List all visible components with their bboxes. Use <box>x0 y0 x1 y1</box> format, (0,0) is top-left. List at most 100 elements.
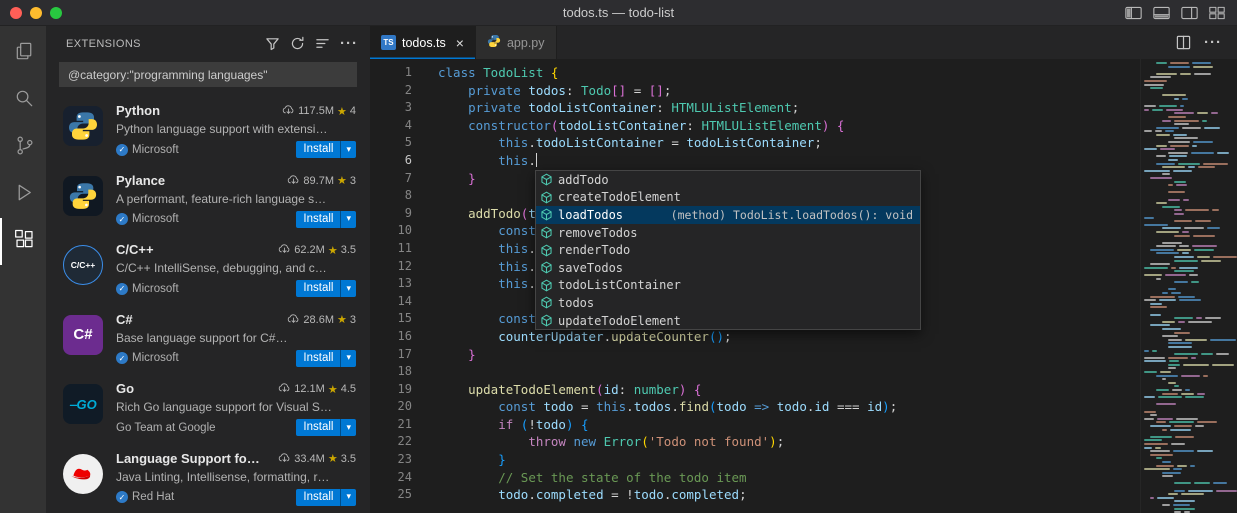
code-token: = ! <box>604 487 634 502</box>
code-line[interactable]: 25 todo.completed = !todo.completed; <box>370 486 1139 504</box>
minimap[interactable] <box>1140 59 1237 513</box>
zoom-window-button[interactable] <box>50 7 62 19</box>
install-dropdown-icon[interactable]: ▾ <box>340 419 356 436</box>
code-text: throw new Error('Todo not found'); <box>412 433 784 451</box>
minimap-line <box>1141 191 1237 193</box>
editor-group: TStodos.ts×app.py ··· 1class TodoList {2… <box>370 26 1237 513</box>
split-editor-icon[interactable] <box>1176 35 1191 50</box>
suggest-detail: (method) TodoList.loadTodos(): void <box>671 208 913 222</box>
minimap-code-segment <box>1156 73 1177 75</box>
toggle-sidebar-icon[interactable] <box>1125 6 1142 20</box>
suggest-item[interactable]: createTodoElement <box>536 189 920 207</box>
toggle-secondary-sidebar-icon[interactable] <box>1181 6 1198 20</box>
code-line[interactable]: 19 updateTodoElement(id: number) { <box>370 381 1139 399</box>
activity-bar-item-source-control[interactable] <box>0 124 46 171</box>
suggest-item[interactable]: addTodo <box>536 171 920 189</box>
install-button-label[interactable]: Install <box>296 489 340 506</box>
clear-extension-search-icon[interactable] <box>315 36 330 51</box>
install-button[interactable]: Install▾ <box>296 350 356 367</box>
code-token: todo <box>777 399 807 414</box>
toggle-panel-icon[interactable] <box>1153 6 1170 20</box>
install-button[interactable]: Install▾ <box>296 489 356 506</box>
minimap-code-segment <box>1156 127 1179 129</box>
minimap-line <box>1141 450 1237 452</box>
minimap-line <box>1141 256 1237 258</box>
suggest-item[interactable]: todos <box>536 294 920 312</box>
code-line[interactable]: 2 private todos: Todo[] = []; <box>370 82 1139 100</box>
more-actions-icon[interactable]: ··· <box>1204 38 1222 48</box>
minimap-line <box>1141 346 1237 348</box>
code-token: todos <box>634 399 672 414</box>
minimap-line <box>1141 468 1237 470</box>
install-button-label[interactable]: Install <box>296 350 340 367</box>
tab-todos-ts[interactable]: TStodos.ts× <box>370 26 476 59</box>
minimap-code-segment <box>1173 170 1193 172</box>
install-dropdown-icon[interactable]: ▾ <box>340 489 356 506</box>
extension-row[interactable]: Python117.5M★4Python language support wi… <box>46 94 370 164</box>
close-tab-icon[interactable]: × <box>456 35 464 51</box>
install-button[interactable]: Install▾ <box>296 141 356 158</box>
install-dropdown-icon[interactable]: ▾ <box>340 141 356 158</box>
install-button-label[interactable]: Install <box>296 211 340 228</box>
install-button-label[interactable]: Install <box>296 419 340 436</box>
minimap-code-segment <box>1144 447 1152 449</box>
install-button-label[interactable]: Install <box>296 141 340 158</box>
download-count: 117.5M <box>298 105 334 117</box>
filter-icon[interactable] <box>265 36 280 51</box>
suggest-item[interactable]: todoListContainer <box>536 277 920 295</box>
install-button-label[interactable]: Install <box>296 280 340 297</box>
extension-search-input[interactable] <box>59 62 357 87</box>
code-line[interactable]: 23 } <box>370 451 1139 469</box>
extension-row[interactable]: ‒GOGo12.1M★4.5Rich Go language support f… <box>46 372 370 442</box>
code-line[interactable]: 6 this. <box>370 152 1139 170</box>
install-dropdown-icon[interactable]: ▾ <box>340 211 356 228</box>
minimap-code-segment <box>1168 116 1186 118</box>
customize-layout-icon[interactable] <box>1209 6 1225 20</box>
code-line[interactable]: 21 if (!todo) { <box>370 416 1139 434</box>
activity-bar-item-run-debug[interactable] <box>0 171 46 218</box>
code-line[interactable]: 17 } <box>370 346 1139 364</box>
extension-row[interactable]: C/C++C/C++62.2M★3.5C/C++ IntelliSense, d… <box>46 233 370 303</box>
more-actions-icon[interactable]: ··· <box>340 39 358 49</box>
refresh-icon[interactable] <box>290 36 305 51</box>
extension-row[interactable]: Language Support fo…33.4M★3.5Java Lintin… <box>46 442 370 512</box>
activity-bar-item-search[interactable] <box>0 77 46 124</box>
minimap-code-segment <box>1150 303 1162 305</box>
minimap-line <box>1141 199 1237 201</box>
close-window-button[interactable] <box>10 7 22 19</box>
suggest-item[interactable]: saveTodos <box>536 259 920 277</box>
suggest-item[interactable]: removeTodos <box>536 224 920 242</box>
minimap-code-segment <box>1197 112 1208 114</box>
code-line[interactable]: 18 <box>370 363 1139 381</box>
minimap-code-segment <box>1174 209 1182 211</box>
code-line[interactable]: 16 counterUpdater.updateCounter(); <box>370 328 1139 346</box>
install-button[interactable]: Install▾ <box>296 280 356 297</box>
method-icon <box>540 191 553 204</box>
activity-bar-item-extensions[interactable] <box>0 218 46 265</box>
activity-bar-item-explorer[interactable] <box>0 30 46 77</box>
extension-row[interactable]: Pylance89.7M★3A performant, feature-rich… <box>46 164 370 234</box>
minimize-window-button[interactable] <box>30 7 42 19</box>
code-line[interactable]: 4 constructor(todoListContainer: HTMLULi… <box>370 117 1139 135</box>
extension-row[interactable]: C#C#28.6M★3Base language support for C#…… <box>46 303 370 373</box>
install-button[interactable]: Install▾ <box>296 419 356 436</box>
suggest-item[interactable]: loadTodos(method) TodoList.loadTodos(): … <box>536 206 920 224</box>
install-button[interactable]: Install▾ <box>296 211 356 228</box>
minimap-code-segment <box>1197 450 1213 452</box>
minimap-code-segment <box>1168 184 1173 186</box>
verified-publisher-icon: ✓ <box>116 283 128 295</box>
code-line[interactable]: 1class TodoList { <box>370 64 1139 82</box>
code-line[interactable]: 24 // Set the state of the todo item <box>370 469 1139 487</box>
python-extension-icon <box>62 105 104 147</box>
code-line[interactable]: 5 this.todoListContainer = todoListConta… <box>370 134 1139 152</box>
suggest-item[interactable]: renderTodo <box>536 241 920 259</box>
source-control-icon <box>13 134 36 162</box>
code-line[interactable]: 3 private todoListContainer: HTMLUListEl… <box>370 99 1139 117</box>
explorer-icon <box>13 40 36 68</box>
suggest-item[interactable]: updateTodoElement <box>536 312 920 330</box>
tab-app-py[interactable]: app.py <box>476 26 557 59</box>
code-line[interactable]: 22 throw new Error('Todo not found'); <box>370 433 1139 451</box>
code-line[interactable]: 20 const todo = this.todos.find(todo => … <box>370 398 1139 416</box>
install-dropdown-icon[interactable]: ▾ <box>340 350 356 367</box>
install-dropdown-icon[interactable]: ▾ <box>340 280 356 297</box>
